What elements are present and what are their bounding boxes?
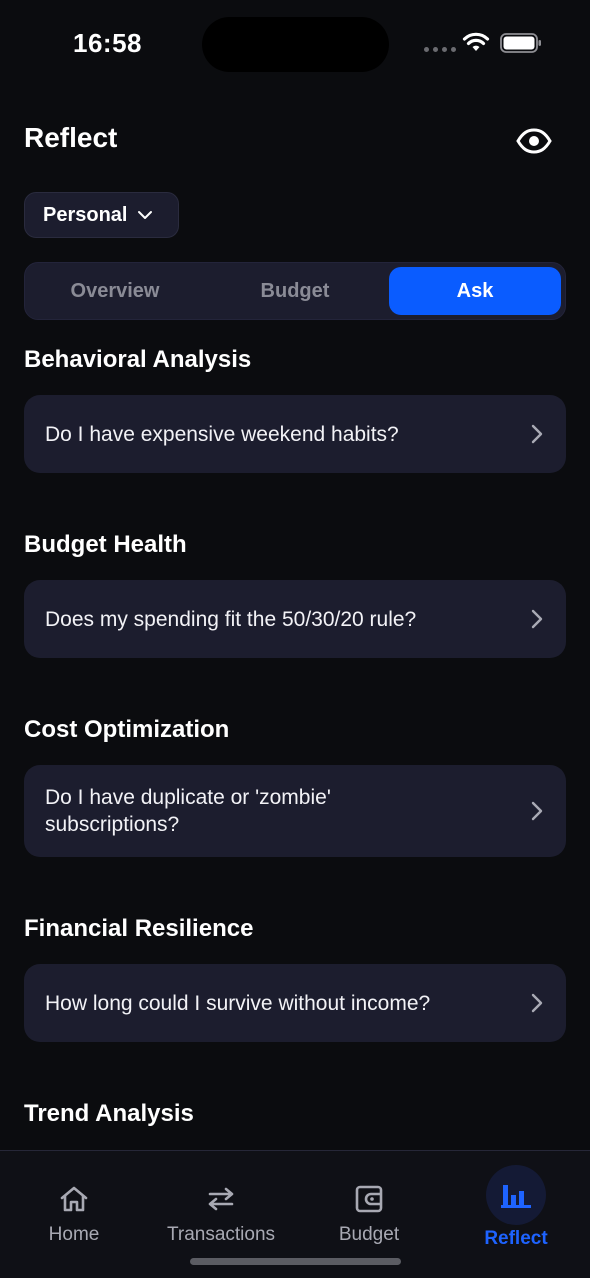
section-heading-financial-resilience: Financial Resilience [24,915,254,942]
status-bar: 16:58 [0,0,590,90]
tab-bar-reflect[interactable]: Reflect [442,1151,590,1261]
chevron-right-icon [531,801,543,821]
reflect-screen: 16:58 Reflect Personal Overview Budget A… [0,0,590,1278]
tab-budget[interactable]: Budget [209,267,381,315]
tab-bar-label: Budget [338,1224,400,1245]
question-text: Do I have duplicate or 'zombie' subscrip… [45,786,331,836]
tab-bar-budget[interactable]: Budget [295,1151,443,1261]
account-scope-dropdown[interactable]: Personal [24,192,179,238]
question-card-weekend-habits[interactable]: Do I have expensive weekend habits? [24,395,566,473]
home-icon [58,1183,90,1215]
scope-selected-label: Personal [43,203,128,226]
visibility-toggle-button[interactable] [514,124,554,158]
tab-bar-label: Reflect [484,1228,548,1249]
tab-bar-home[interactable]: Home [0,1151,148,1261]
chevron-right-icon [531,424,543,444]
page-title: Reflect [24,122,118,153]
tab-bar-transactions[interactable]: Transactions [147,1151,295,1261]
status-time: 16:58 [73,28,142,58]
chevron-right-icon [531,609,543,629]
section-heading-trend-analysis: Trend Analysis [24,1100,194,1127]
tab-bar-label: Home [48,1224,100,1245]
dynamic-island [202,17,389,72]
question-card-zombie-subscriptions[interactable]: Do I have duplicate or 'zombie' subscrip… [24,765,566,857]
cellular-signal-icon [424,47,456,52]
tab-overview[interactable]: Overview [29,267,201,315]
section-heading-behavioral-analysis: Behavioral Analysis [24,346,252,373]
wallet-icon [353,1183,385,1215]
chevron-down-icon [138,211,153,219]
tab-bar-label: Transactions [166,1224,276,1245]
chevron-right-icon [531,993,543,1013]
question-card-50-30-20-rule[interactable]: Does my spending fit the 50/30/20 rule? [24,580,566,658]
question-text: How long could I survive without income? [45,991,431,1015]
wifi-icon [462,32,490,51]
home-indicator[interactable] [190,1258,401,1265]
question-text: Do I have expensive weekend habits? [45,422,399,446]
question-text: Does my spending fit the 50/30/20 rule? [45,607,417,631]
battery-icon [500,33,541,53]
eye-icon [516,128,552,154]
section-heading-cost-optimization: Cost Optimization [24,716,230,743]
transfer-arrows-icon [205,1183,237,1215]
tab-ask[interactable]: Ask [389,267,561,315]
segmented-control: Overview Budget Ask [24,262,566,320]
section-heading-budget-health: Budget Health [24,531,187,558]
bar-chart-icon [486,1165,546,1225]
question-card-survive-without-income[interactable]: How long could I survive without income? [24,964,566,1042]
